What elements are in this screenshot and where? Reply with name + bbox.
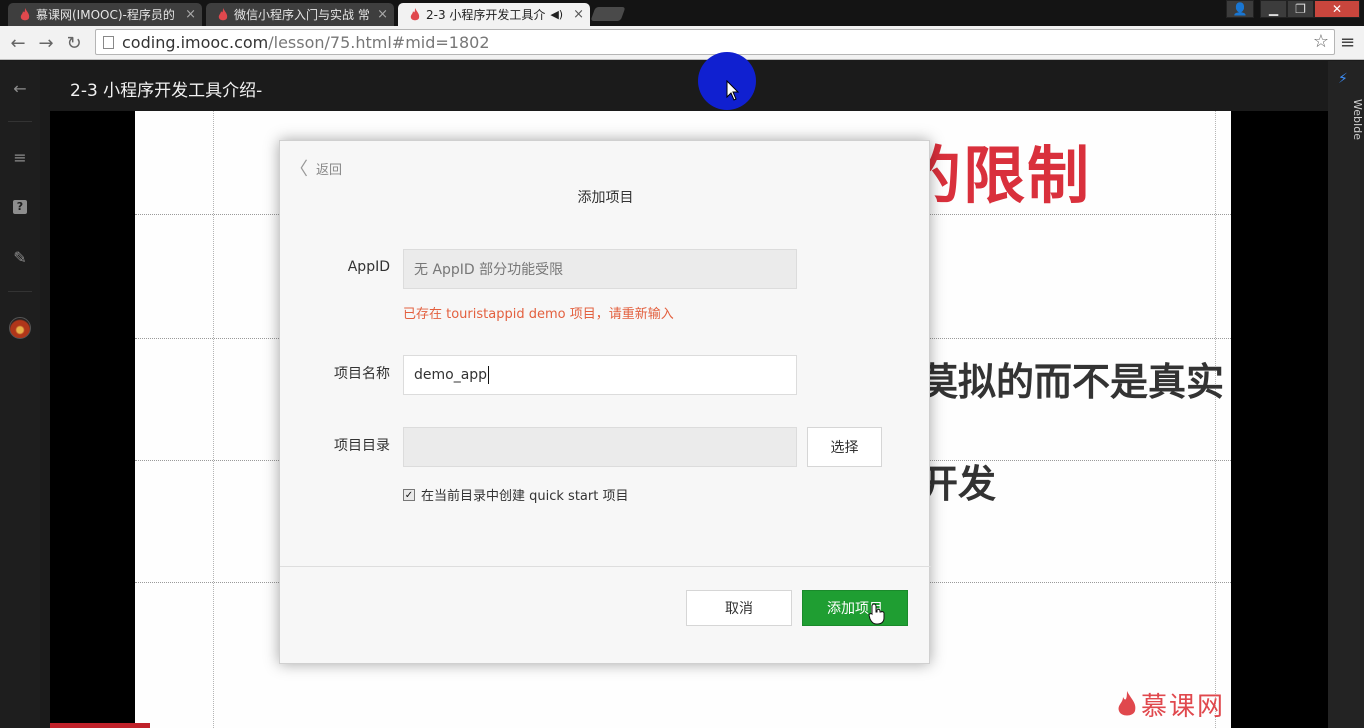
browser-tab-bar: 慕课网(IMOOC)-程序员的 × 微信小程序入门与实战 常 × 2-3 小程序… (0, 0, 1364, 26)
tab-close-icon[interactable]: × (185, 7, 196, 22)
imooc-flame-icon (20, 7, 30, 20)
new-tab-button[interactable] (590, 7, 626, 21)
browser-tab-lesson[interactable]: 2-3 小程序开发工具介 ◀) × (398, 3, 590, 26)
tab-title: 微信小程序入门与实战 常 (234, 8, 370, 22)
appid-input[interactable]: 无 AppID 部分功能受限 (403, 249, 797, 289)
quickstart-label: 在当前目录中创建 quick start 项目 (421, 489, 629, 504)
slide-text: 莫拟的而不是真实 (920, 360, 1225, 404)
tab-close-icon[interactable]: × (377, 7, 388, 22)
cancel-button[interactable]: 取消 (686, 590, 792, 626)
note-edit-icon[interactable]: ✎ (0, 242, 40, 272)
imooc-flame-icon (410, 7, 420, 20)
divider (8, 121, 32, 122)
hand-pointer-icon (868, 603, 885, 625)
site-sidebar: ← ≡ ? ✎ (0, 61, 40, 728)
forward-arrow-icon[interactable]: → (34, 31, 58, 55)
chevron-left-icon: 〈 (290, 159, 308, 180)
back-arrow-icon[interactable]: ← (6, 31, 30, 55)
add-project-dialog: 〈 返回 添加项目 AppID 无 AppID 部分功能受限 已存在 touri… (279, 140, 931, 664)
question-icon[interactable]: ? (0, 192, 40, 222)
browser-toolbar: ← → ↻ coding.imooc.com/lesson/75.html#mi… (0, 26, 1364, 60)
text-caret (488, 366, 490, 384)
minimize-icon[interactable]: ▁ (1260, 0, 1287, 18)
browser-menu-icon[interactable]: ≡ (1340, 32, 1355, 53)
speaker-icon: ◀) (550, 8, 564, 21)
url-path: /lesson/75.html#mid=1802 (268, 33, 490, 52)
divider (280, 566, 931, 567)
grid-line (1215, 111, 1216, 728)
video-progress-bar[interactable] (50, 723, 150, 728)
back-link[interactable]: 〈 返回 (290, 155, 342, 181)
question-glyph: ? (13, 200, 27, 214)
project-name-label: 项目名称 (334, 366, 390, 382)
mouse-pointer-icon (726, 80, 740, 101)
imooc-flame-icon (1118, 690, 1136, 715)
add-project-button[interactable]: 添加项目 (802, 590, 908, 626)
appid-label: AppID (347, 259, 390, 275)
project-name-input[interactable]: demo_app (403, 355, 797, 395)
window-close-icon[interactable]: ✕ (1314, 0, 1360, 18)
user-avatar[interactable] (9, 317, 31, 339)
project-name-value: demo_app (414, 367, 488, 383)
lesson-title: 2-3 小程序开发工具介绍- (70, 81, 263, 101)
quickstart-checkbox[interactable]: ✓ (403, 488, 415, 501)
browser-tab-wechat-course[interactable]: 微信小程序入门与实战 常 × (206, 3, 394, 26)
webide-label[interactable]: WebIde (1328, 99, 1364, 140)
restore-icon[interactable]: ❐ (1287, 0, 1314, 18)
reload-icon[interactable]: ↻ (62, 31, 86, 55)
url-text[interactable]: coding.imooc.com/lesson/75.html#mid=1802 (122, 33, 490, 52)
choose-directory-button[interactable]: 选择 (807, 427, 882, 467)
project-dir-input[interactable] (403, 427, 797, 467)
tab-close-icon[interactable]: × (573, 7, 584, 22)
back-label: 返回 (316, 162, 343, 178)
tab-title: 慕课网(IMOOC)-程序员的 (36, 8, 175, 22)
lesson-header: 2-3 小程序开发工具介绍- (40, 61, 1328, 111)
tab-title: 2-3 小程序开发工具介 (426, 8, 546, 22)
chapter-list-icon[interactable]: ≡ (0, 142, 40, 172)
grid-line (213, 111, 214, 728)
url-host: coding.imooc.com (122, 33, 269, 52)
address-bar[interactable]: coding.imooc.com/lesson/75.html#mid=1802… (95, 29, 1335, 55)
quickstart-option[interactable]: ✓ 在当前目录中创建 quick start 项目 (403, 485, 628, 504)
project-dir-label: 项目目录 (334, 438, 390, 454)
slide-text: 开发 (920, 462, 997, 506)
dialog-title: 添加项目 (577, 190, 634, 206)
webide-lightning-icon[interactable]: ⚡ (1338, 71, 1348, 87)
webide-sidebar[interactable]: ⚡ WebIde (1328, 61, 1364, 728)
appid-error-message: 已存在 touristappid demo 项目，请重新输入 (403, 307, 674, 322)
divider (8, 291, 32, 292)
browser-tab-imooc[interactable]: 慕课网(IMOOC)-程序员的 × (8, 3, 202, 26)
imooc-flame-icon (218, 7, 228, 20)
back-arrow-icon[interactable]: ← (0, 73, 40, 103)
user-profile-icon[interactable]: 👤 (1226, 0, 1254, 18)
appid-placeholder: 无 AppID 部分功能受限 (414, 262, 564, 278)
watermark-text: 慕课网 (1141, 692, 1226, 722)
imooc-watermark: 慕课网 (1117, 686, 1225, 723)
bookmark-star-icon[interactable]: ☆ (1313, 31, 1329, 52)
page-icon (103, 36, 114, 49)
